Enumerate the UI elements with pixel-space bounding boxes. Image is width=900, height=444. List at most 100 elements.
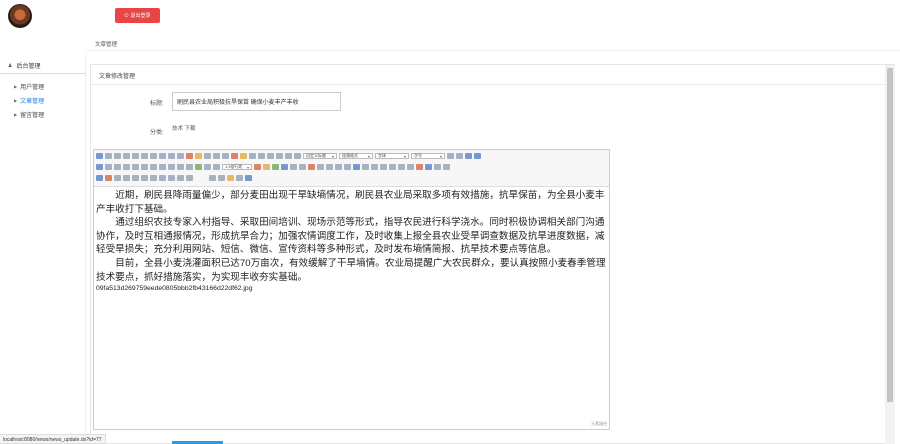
frame-icon[interactable] (326, 164, 333, 170)
subscript-icon[interactable] (177, 153, 184, 159)
auto-typeset-icon[interactable] (195, 153, 202, 159)
title-input[interactable]: 刷民县农业局积极抗旱保苗 确保小麦丰产丰收 (172, 92, 341, 111)
split-rows-icon[interactable] (150, 175, 157, 181)
direction-rtl-icon[interactable] (456, 153, 463, 159)
divider (86, 50, 900, 51)
superscript-icon[interactable] (168, 153, 175, 159)
redo-icon[interactable] (114, 153, 121, 159)
underline-icon[interactable] (141, 153, 148, 159)
help-icon[interactable] (96, 175, 103, 181)
italic-icon[interactable] (132, 153, 139, 159)
logout-button[interactable]: ⏻ 退出登录 (115, 8, 160, 23)
gmap-icon[interactable] (317, 164, 324, 170)
direction-ltr-icon[interactable] (447, 153, 454, 159)
paste-plain-icon[interactable] (222, 153, 229, 159)
category-select[interactable]: 技术 下载 (172, 124, 196, 132)
select-all-icon[interactable] (267, 153, 274, 159)
bold-icon[interactable] (123, 153, 130, 159)
editor-content[interactable]: 近期，刷民县降雨量偏少，部分麦田出现干旱缺墒情况，刷民县农业局采取多项有效措施，… (96, 189, 607, 294)
insert-row-icon[interactable] (443, 164, 450, 170)
font-border-icon[interactable] (150, 153, 157, 159)
undo-icon[interactable] (105, 153, 112, 159)
strikethrough-icon[interactable] (159, 153, 166, 159)
delete-col-icon[interactable] (186, 175, 193, 181)
table-icon[interactable] (434, 164, 441, 170)
font-family-select[interactable]: 字体 (375, 153, 409, 159)
unlink-icon[interactable] (168, 164, 175, 170)
page-break-icon[interactable] (344, 164, 351, 170)
snapscreen-icon[interactable] (407, 164, 414, 170)
align-center-icon[interactable] (114, 164, 121, 170)
date-icon[interactable] (380, 164, 387, 170)
unordered-list-icon[interactable] (258, 153, 265, 159)
ordered-list-icon[interactable] (249, 153, 256, 159)
image-filename: 09fa513d269759eede0805bbb2fb43166d22df62… (96, 285, 253, 293)
line-height-icon[interactable] (294, 153, 301, 159)
page-scrollbar[interactable] (885, 65, 895, 444)
image-center-icon[interactable] (150, 164, 157, 170)
image-right-icon[interactable] (159, 164, 166, 170)
split-cols-icon[interactable] (159, 175, 166, 181)
merge-cells-icon[interactable] (114, 175, 121, 181)
fullscreen-icon[interactable] (474, 153, 481, 159)
charts-icon[interactable] (236, 175, 243, 181)
merge-right-icon[interactable] (123, 175, 130, 181)
chevron-right-icon: ▶ (14, 98, 18, 103)
blockquote-icon[interactable] (213, 153, 220, 159)
word-image-icon[interactable] (416, 164, 423, 170)
font-color-icon[interactable] (231, 153, 238, 159)
sidebar-item-messages[interactable]: ▶ 留言管理 (14, 110, 44, 119)
format-match-icon[interactable] (204, 153, 211, 159)
rich-text-editor: 自定义标题 段落格式 字体 字号 1.5倍行距 (93, 149, 610, 430)
line-spacing-select[interactable]: 1.5倍行距 (222, 164, 252, 170)
drafts-icon[interactable] (227, 175, 234, 181)
clear-doc-icon[interactable] (276, 153, 283, 159)
print-icon[interactable] (209, 175, 216, 181)
custom-heading-select[interactable]: 自定义标题 (303, 153, 337, 159)
anchor-icon[interactable] (177, 164, 184, 170)
scrollbar-thumb[interactable] (887, 68, 893, 402)
background-icon[interactable] (362, 164, 369, 170)
paragraph-format-select[interactable]: 段落格式 (339, 153, 373, 159)
merge-down-icon[interactable] (132, 175, 139, 181)
split-cells-icon[interactable] (141, 175, 148, 181)
spell-check-icon[interactable] (425, 164, 432, 170)
video-icon[interactable] (281, 164, 288, 170)
template-icon[interactable] (353, 164, 360, 170)
emotion-icon[interactable] (263, 164, 270, 170)
info-icon[interactable] (245, 175, 252, 181)
image-icon[interactable] (195, 164, 202, 170)
attachment-icon[interactable] (299, 164, 306, 170)
special-char-icon[interactable] (398, 164, 405, 170)
insert-col-icon[interactable] (177, 175, 184, 181)
insert-image-icon[interactable] (254, 164, 261, 170)
back-color-icon[interactable] (240, 153, 247, 159)
delete-table-icon[interactable] (168, 175, 175, 181)
horizontal-line-icon[interactable] (371, 164, 378, 170)
case-lower-icon[interactable] (213, 164, 220, 170)
time-icon[interactable] (389, 164, 396, 170)
indent-icon[interactable] (465, 153, 472, 159)
remove-format-icon[interactable] (186, 153, 193, 159)
row-spacing-icon[interactable] (285, 153, 292, 159)
align-justify-icon[interactable] (132, 164, 139, 170)
preview-icon[interactable] (218, 175, 225, 181)
font-size-select[interactable]: 字号 (411, 153, 445, 159)
user-avatar[interactable] (8, 4, 32, 28)
scrawl-icon[interactable] (272, 164, 279, 170)
code-icon[interactable] (335, 164, 342, 170)
link-icon[interactable] (96, 164, 103, 170)
sidebar-item-users[interactable]: ▶ 用户管理 (14, 82, 44, 91)
align-right-icon[interactable] (123, 164, 130, 170)
search-replace-icon[interactable] (105, 175, 112, 181)
sidebar-item-articles[interactable]: ▶ 文章管理 (14, 96, 44, 105)
sidebar-title[interactable]: ♟ 后台管理 (8, 61, 41, 71)
map-icon[interactable] (308, 164, 315, 170)
music-icon[interactable] (290, 164, 297, 170)
align-left-icon[interactable] (105, 164, 112, 170)
case-upper-icon[interactable] (204, 164, 211, 170)
image-left-icon[interactable] (141, 164, 148, 170)
content-paragraph: 通过组织农技专家入村指导、采取田间培训、现场示范等形式，指导农民进行科学浇水。同… (96, 217, 605, 256)
image-none-icon[interactable] (186, 164, 193, 170)
source-icon[interactable] (96, 153, 103, 159)
